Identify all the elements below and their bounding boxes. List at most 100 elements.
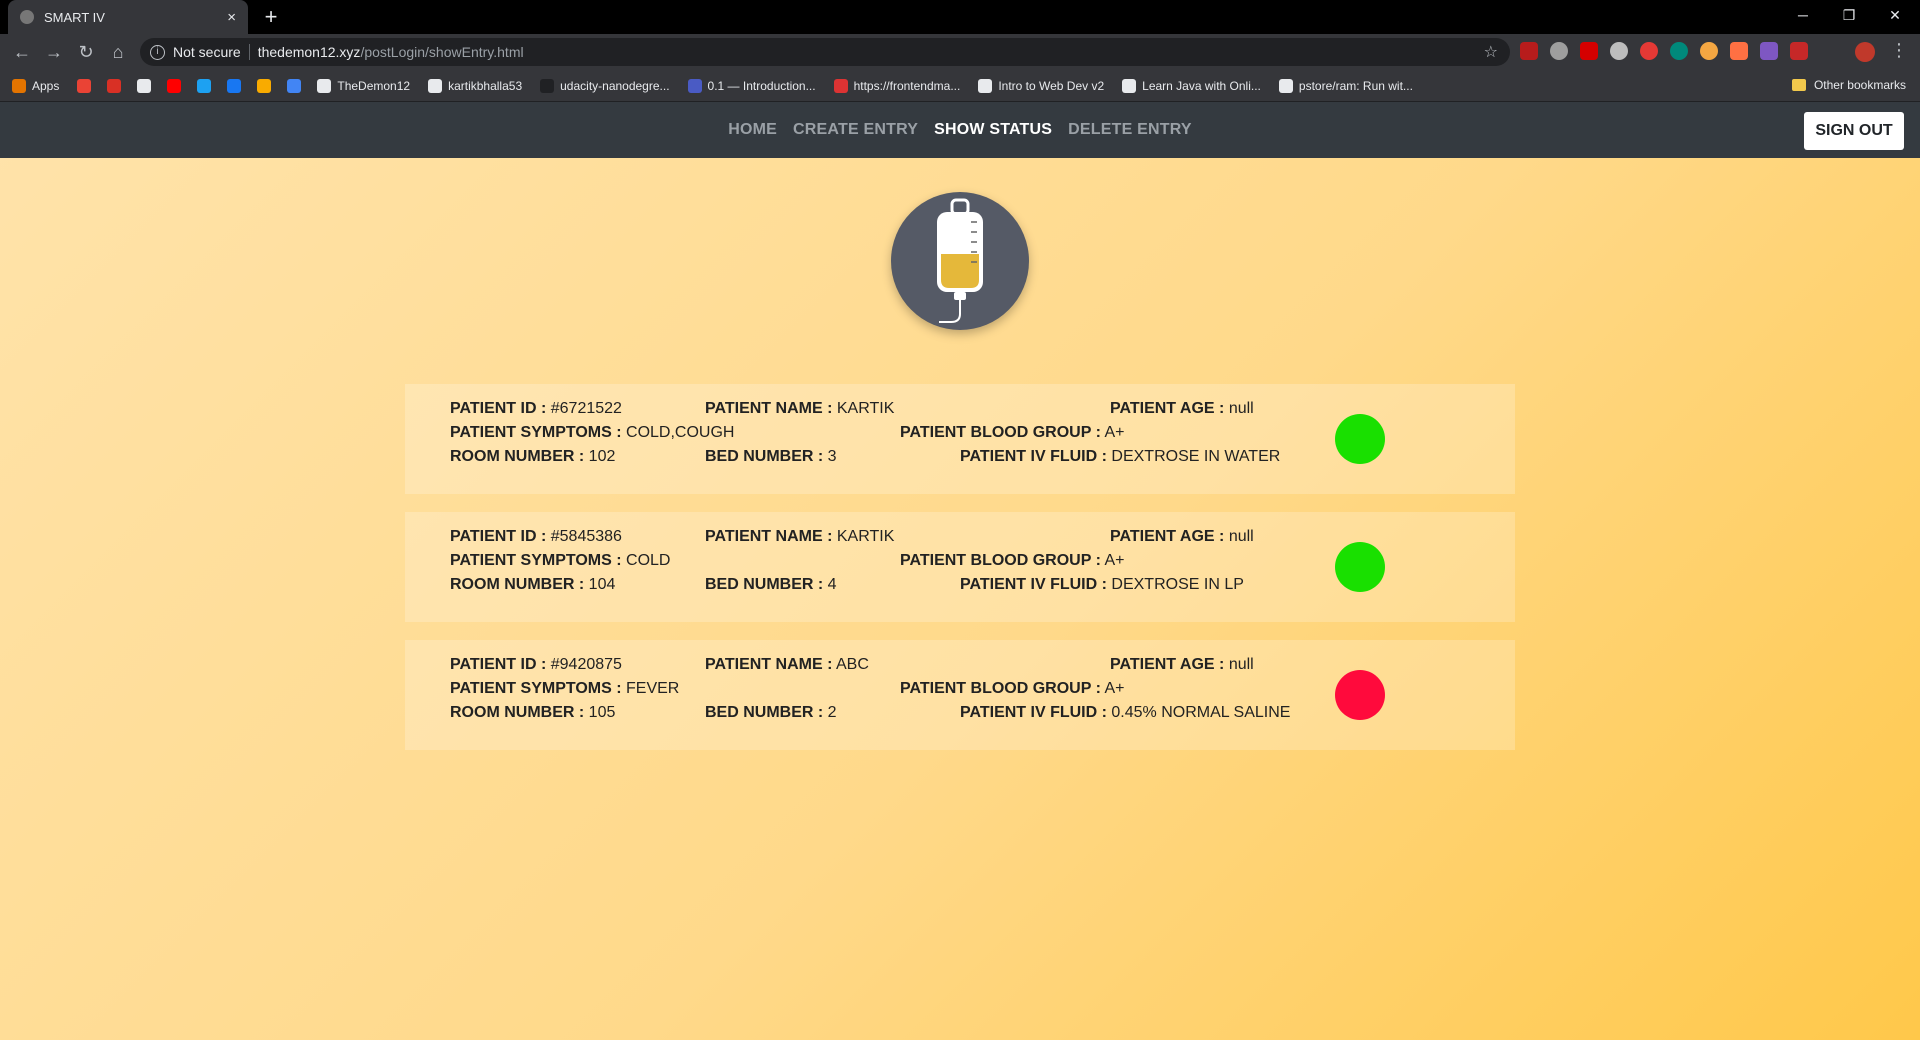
patient-room-label: ROOM NUMBER : [450,448,585,465]
nav-link-delete-entry[interactable]: DELETE ENTRY [1068,121,1192,139]
divider [248,44,250,60]
nav-link-show-status[interactable]: SHOW STATUS [934,121,1052,139]
bookmark-item[interactable]: TheDemon12 [317,78,410,93]
patient-bed-field: BED NUMBER : 2 [705,704,837,722]
extension-icon[interactable] [1760,42,1778,60]
bookmark-icon [167,78,182,93]
patient-id-label: PATIENT ID : [450,528,547,545]
browser-toolbar: ← → ↻ ⌂ i Not secure thedemon12.xyz /pos… [0,34,1920,70]
patient-symptoms-field: PATIENT SYMPTOMS : FEVER [450,680,679,698]
nav-link-home[interactable]: HOME [728,121,777,139]
bookmark-item[interactable]: kartikbhalla53 [428,78,522,93]
patient-bed-field: BED NUMBER : 3 [705,448,837,466]
extensions-area [1520,42,1808,60]
bookmark-item[interactable]: Intro to Web Dev v2 [978,78,1104,93]
bookmark-item[interactable] [107,78,127,93]
patient-age-field: PATIENT AGE : null [1110,656,1254,674]
bookmark-icon [227,78,242,93]
home-icon[interactable]: ⌂ [106,40,130,64]
back-icon[interactable]: ← [10,40,34,64]
bookmark-icon [833,78,848,93]
patient-room-field: ROOM NUMBER : 104 [450,576,615,594]
bookmark-item[interactable]: udacity-nanodegre... [540,78,670,93]
iv-bag-logo-icon [891,192,1029,330]
bookmark-item[interactable] [197,78,217,93]
bookmark-label: 0.1 — Introduction... [707,78,816,93]
patient-blood-value: A+ [1104,424,1125,441]
browser-tab[interactable]: SMART IV × [8,0,248,34]
close-window-icon[interactable]: ✕ [1872,0,1918,30]
bookmark-label: pstore/ram: Run wit... [1298,78,1413,93]
patient-room-label: ROOM NUMBER : [450,704,585,721]
bookmark-item[interactable] [227,78,247,93]
patient-room-field: ROOM NUMBER : 102 [450,448,615,466]
patient-bed-value: 2 [827,704,837,721]
restore-icon[interactable]: ❐ [1826,0,1872,30]
patient-bed-value: 4 [827,576,837,593]
bookmark-item[interactable] [287,78,307,93]
patient-symptoms-value: COLD [626,552,671,569]
extension-icon[interactable] [1730,42,1748,60]
patient-age-field: PATIENT AGE : null [1110,528,1254,546]
patient-room-value: 105 [588,704,616,721]
bookmark-item[interactable] [77,78,97,93]
bookmark-icon [197,78,212,93]
bookmark-item[interactable]: Learn Java with Onli... [1122,78,1261,93]
bookmark-item[interactable] [167,78,187,93]
info-icon[interactable]: i [150,44,165,60]
extension-icon[interactable] [1580,42,1598,60]
extension-icon[interactable] [1520,42,1538,60]
extension-icon[interactable] [1670,42,1688,60]
bookmark-icon [1278,78,1293,93]
bookmark-icon [428,78,443,93]
minimize-icon[interactable]: ─ [1780,0,1826,30]
kebab-menu-icon[interactable]: ⋮ [1890,40,1908,61]
bookmark-item[interactable]: 0.1 — Introduction... [687,78,816,93]
bookmark-label: udacity-nanodegre... [560,78,670,93]
address-bar[interactable]: i Not secure thedemon12.xyz /postLogin/s… [140,38,1510,66]
nav-link-create-entry[interactable]: CREATE ENTRY [793,121,918,139]
app-navbar: HOME CREATE ENTRY SHOW STATUS DELETE ENTRY … [0,102,1920,158]
patient-blood-label: PATIENT BLOOD GROUP : [900,552,1101,569]
bookmark-item[interactable]: Apps [12,78,59,93]
patient-blood-field: PATIENT BLOOD GROUP : A+ [900,680,1124,698]
bookmark-item[interactable] [137,78,157,93]
patient-symptoms-label: PATIENT SYMPTOMS : [450,552,622,569]
patient-bed-label: BED NUMBER : [705,448,824,465]
patient-blood-label: PATIENT BLOOD GROUP : [900,424,1101,441]
extension-icon[interactable] [1610,42,1628,60]
forward-icon[interactable]: → [42,40,66,64]
patient-room-field: ROOM NUMBER : 105 [450,704,615,722]
patient-card: PATIENT ID : #5845386 PATIENT NAME : KART… [405,512,1515,622]
bookmark-icon [317,78,332,93]
patient-bed-label: BED NUMBER : [705,704,824,721]
nav-links: HOME CREATE ENTRY SHOW STATUS DELETE ENTRY [0,102,1920,158]
iv-bag-icon [937,198,983,323]
bookmark-item[interactable]: https://frontendma... [833,78,961,93]
patient-name-label: PATIENT NAME : [705,656,833,673]
patient-id-label: PATIENT ID : [450,400,547,417]
bookmark-item[interactable]: pstore/ram: Run wit... [1278,78,1413,93]
close-tab-icon[interactable]: × [227,9,236,26]
patient-fluid-field: PATIENT IV FLUID : DEXTROSE IN LP [960,576,1244,594]
patient-blood-field: PATIENT BLOOD GROUP : A+ [900,424,1124,442]
reload-icon[interactable]: ↻ [74,40,98,64]
bookmark-icon [540,78,555,93]
extension-icon[interactable] [1640,42,1658,60]
patient-symptoms-value: COLD,COUGH [626,424,735,441]
bookmark-item[interactable] [257,78,277,93]
bookmark-icon [137,78,152,93]
new-tab-button[interactable]: + [258,4,284,30]
extension-icon[interactable] [1550,42,1568,60]
sign-out-button[interactable]: SIGN OUT [1804,112,1904,150]
bookmark-label: https://frontendma... [853,78,961,93]
patient-fluid-label: PATIENT IV FLUID : [960,576,1107,593]
extension-icon[interactable] [1700,42,1718,60]
profile-avatar[interactable] [1855,42,1875,62]
bookmark-star-icon[interactable]: ☆ [1484,42,1498,62]
url-host: thedemon12.xyz [257,44,361,60]
other-bookmarks[interactable]: Other bookmarks [1791,78,1906,92]
extension-icon[interactable] [1790,42,1808,60]
patient-age-label: PATIENT AGE : [1110,656,1225,673]
bookmark-icon [687,78,702,93]
